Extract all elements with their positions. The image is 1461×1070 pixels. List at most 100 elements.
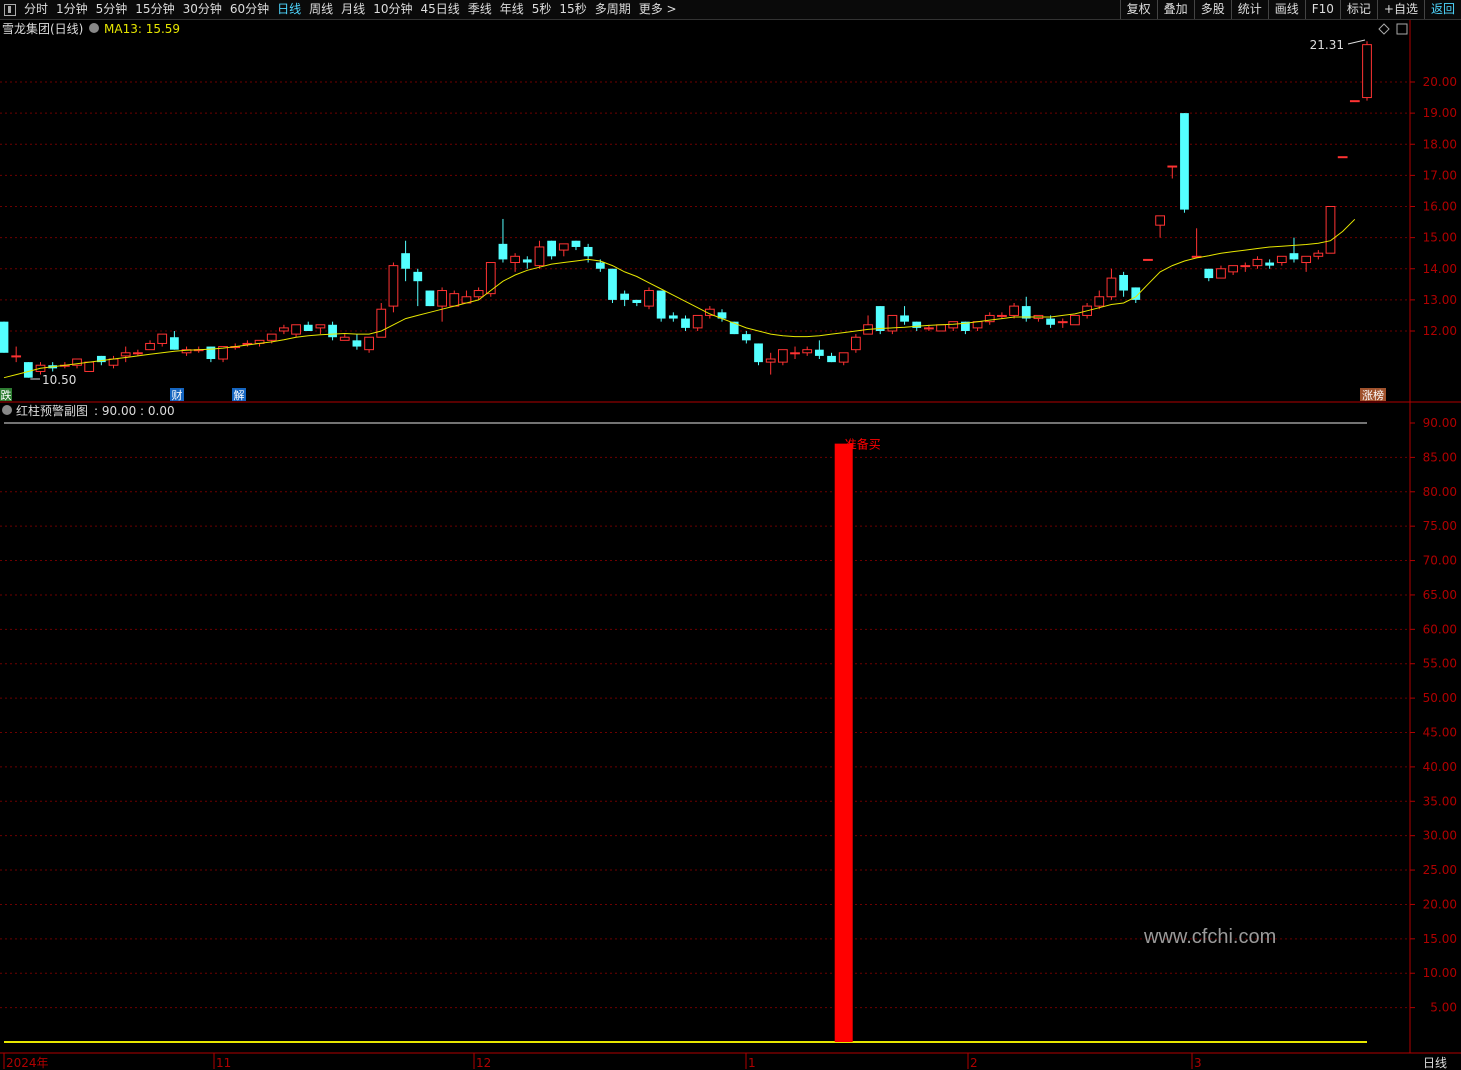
candlestick-chart[interactable]: 20.0019.0018.0017.0016.0015.0014.0013.00…	[0, 0, 1461, 1070]
low-marker: 10.50	[42, 373, 76, 387]
candle-body	[1204, 268, 1214, 279]
candle-body	[364, 336, 374, 351]
candle-body	[352, 340, 362, 347]
period-label: 日线	[1423, 1056, 1447, 1070]
candle-body	[558, 243, 569, 251]
candle-body	[120, 352, 131, 357]
candle-body	[668, 315, 678, 319]
candle-body	[608, 268, 617, 300]
time-label: 12	[476, 1056, 491, 1070]
candle-body	[534, 246, 545, 267]
candle-body	[376, 308, 387, 338]
candle-body	[754, 343, 763, 363]
signal-bar	[834, 443, 853, 1043]
candle-body	[328, 324, 337, 338]
candle-body	[644, 290, 654, 307]
candle-body	[1289, 253, 1299, 260]
candle-body	[1046, 318, 1055, 325]
candle-body	[765, 358, 776, 363]
sub-tick-label: 25.00	[1423, 863, 1457, 877]
sub-tick-label: 10.00	[1423, 966, 1457, 980]
candle-body	[1252, 258, 1263, 267]
candle-body	[814, 349, 824, 356]
price-tick-label: 17.00	[1423, 168, 1457, 182]
candle-body	[23, 362, 33, 378]
candle-body	[157, 333, 168, 344]
sub-tick-label: 80.00	[1423, 485, 1457, 499]
indicator-values: : 90.00 : 0.00	[94, 404, 175, 418]
candle-body	[1009, 305, 1019, 316]
candle-body	[1240, 265, 1251, 268]
sub-tick-label: 50.00	[1423, 691, 1457, 705]
candle-body	[1337, 156, 1348, 159]
candle-body	[1057, 321, 1068, 324]
candle-body	[108, 358, 119, 366]
candle-body	[132, 352, 143, 355]
sub-tick-label: 45.00	[1423, 726, 1457, 740]
sub-tick-label: 60.00	[1423, 622, 1457, 636]
candle-body	[473, 290, 484, 298]
candle-body	[303, 324, 313, 331]
watermark: www.cfchi.com	[1144, 926, 1277, 948]
candle-body	[790, 352, 800, 355]
time-label: 11	[216, 1056, 231, 1070]
price-tick-label: 14.00	[1423, 262, 1457, 276]
price-tick-label: 19.00	[1423, 106, 1457, 120]
candle-body	[997, 314, 1007, 317]
sub-tick-label: 20.00	[1423, 897, 1457, 911]
candle-body	[291, 324, 301, 335]
candle-body	[1265, 262, 1275, 266]
sub-tick-label: 85.00	[1423, 450, 1457, 464]
candle-body	[850, 336, 861, 351]
candle-body	[1155, 215, 1165, 226]
price-tick-label: 18.00	[1423, 137, 1457, 151]
high-marker-arrow	[1347, 39, 1366, 45]
candle-body	[620, 293, 630, 300]
panel-window-icon	[1396, 23, 1408, 35]
candle-body	[1216, 268, 1226, 279]
candle-body	[571, 240, 581, 247]
candle-body	[388, 265, 399, 307]
candle-body	[1362, 44, 1372, 99]
candle-body	[887, 314, 898, 332]
candle-body	[656, 290, 666, 319]
event-badge-label: 解	[234, 388, 245, 402]
stock-title: 雪龙集团(日线)	[2, 21, 83, 36]
candle-body	[632, 299, 642, 303]
candle-body	[875, 306, 885, 331]
event-badge-label: 财	[172, 388, 183, 402]
candle-body	[498, 243, 508, 260]
candle-body	[1313, 252, 1324, 257]
sub-tick-label: 40.00	[1423, 760, 1457, 774]
sub-tick-label: 65.00	[1423, 588, 1457, 602]
candle-body	[777, 349, 788, 363]
sub-tick-label: 5.00	[1430, 1001, 1457, 1015]
candle-body	[1276, 255, 1287, 264]
candle-body	[1094, 296, 1105, 307]
candle-body	[1349, 100, 1360, 103]
candle-body	[145, 342, 155, 351]
event-badge-label: 涨榜	[1362, 388, 1384, 402]
price-tick-label: 13.00	[1423, 293, 1457, 307]
indicator-title: 红柱预警副图	[16, 403, 88, 418]
candle-body	[1180, 113, 1189, 210]
sub-tick-label: 15.00	[1423, 932, 1457, 946]
candle-body	[266, 333, 277, 341]
candle-body	[1167, 165, 1178, 168]
candle-body	[437, 290, 447, 307]
candle-body	[11, 355, 22, 358]
candle-body	[0, 321, 9, 353]
candle-body	[315, 324, 326, 329]
time-label: 2024年	[6, 1056, 49, 1070]
candle-body	[413, 271, 423, 282]
sub-tick-label: 75.00	[1423, 519, 1457, 533]
candle-body	[169, 337, 179, 350]
candle-body	[522, 259, 532, 263]
candle-body	[936, 324, 946, 332]
candle-body	[595, 262, 605, 269]
candle-body	[449, 293, 460, 307]
price-tick-label: 12.00	[1423, 324, 1457, 338]
candle-body	[547, 240, 557, 257]
sub-tick-label: 70.00	[1423, 554, 1457, 568]
time-label: 2	[970, 1056, 978, 1070]
